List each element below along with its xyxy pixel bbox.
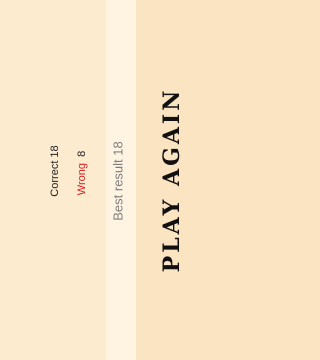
wrong-label: Wrong — [76, 163, 88, 196]
wrong-value: 8 — [76, 150, 88, 157]
results-screen: Correct 18 Wrong 8 Best result 18 PLAY A… — [0, 0, 204, 360]
best-label: Best result — [110, 159, 126, 221]
correct-count: Correct 18 — [49, 145, 61, 196]
wrong-count: Wrong 8 — [76, 151, 88, 195]
best-result: Best result 18 — [111, 141, 126, 221]
correct-label: Correct — [49, 160, 61, 197]
best-value: 18 — [110, 141, 126, 156]
correct-value: 18 — [49, 145, 61, 158]
play-again-button[interactable]: PLAY AGAIN — [159, 88, 185, 273]
